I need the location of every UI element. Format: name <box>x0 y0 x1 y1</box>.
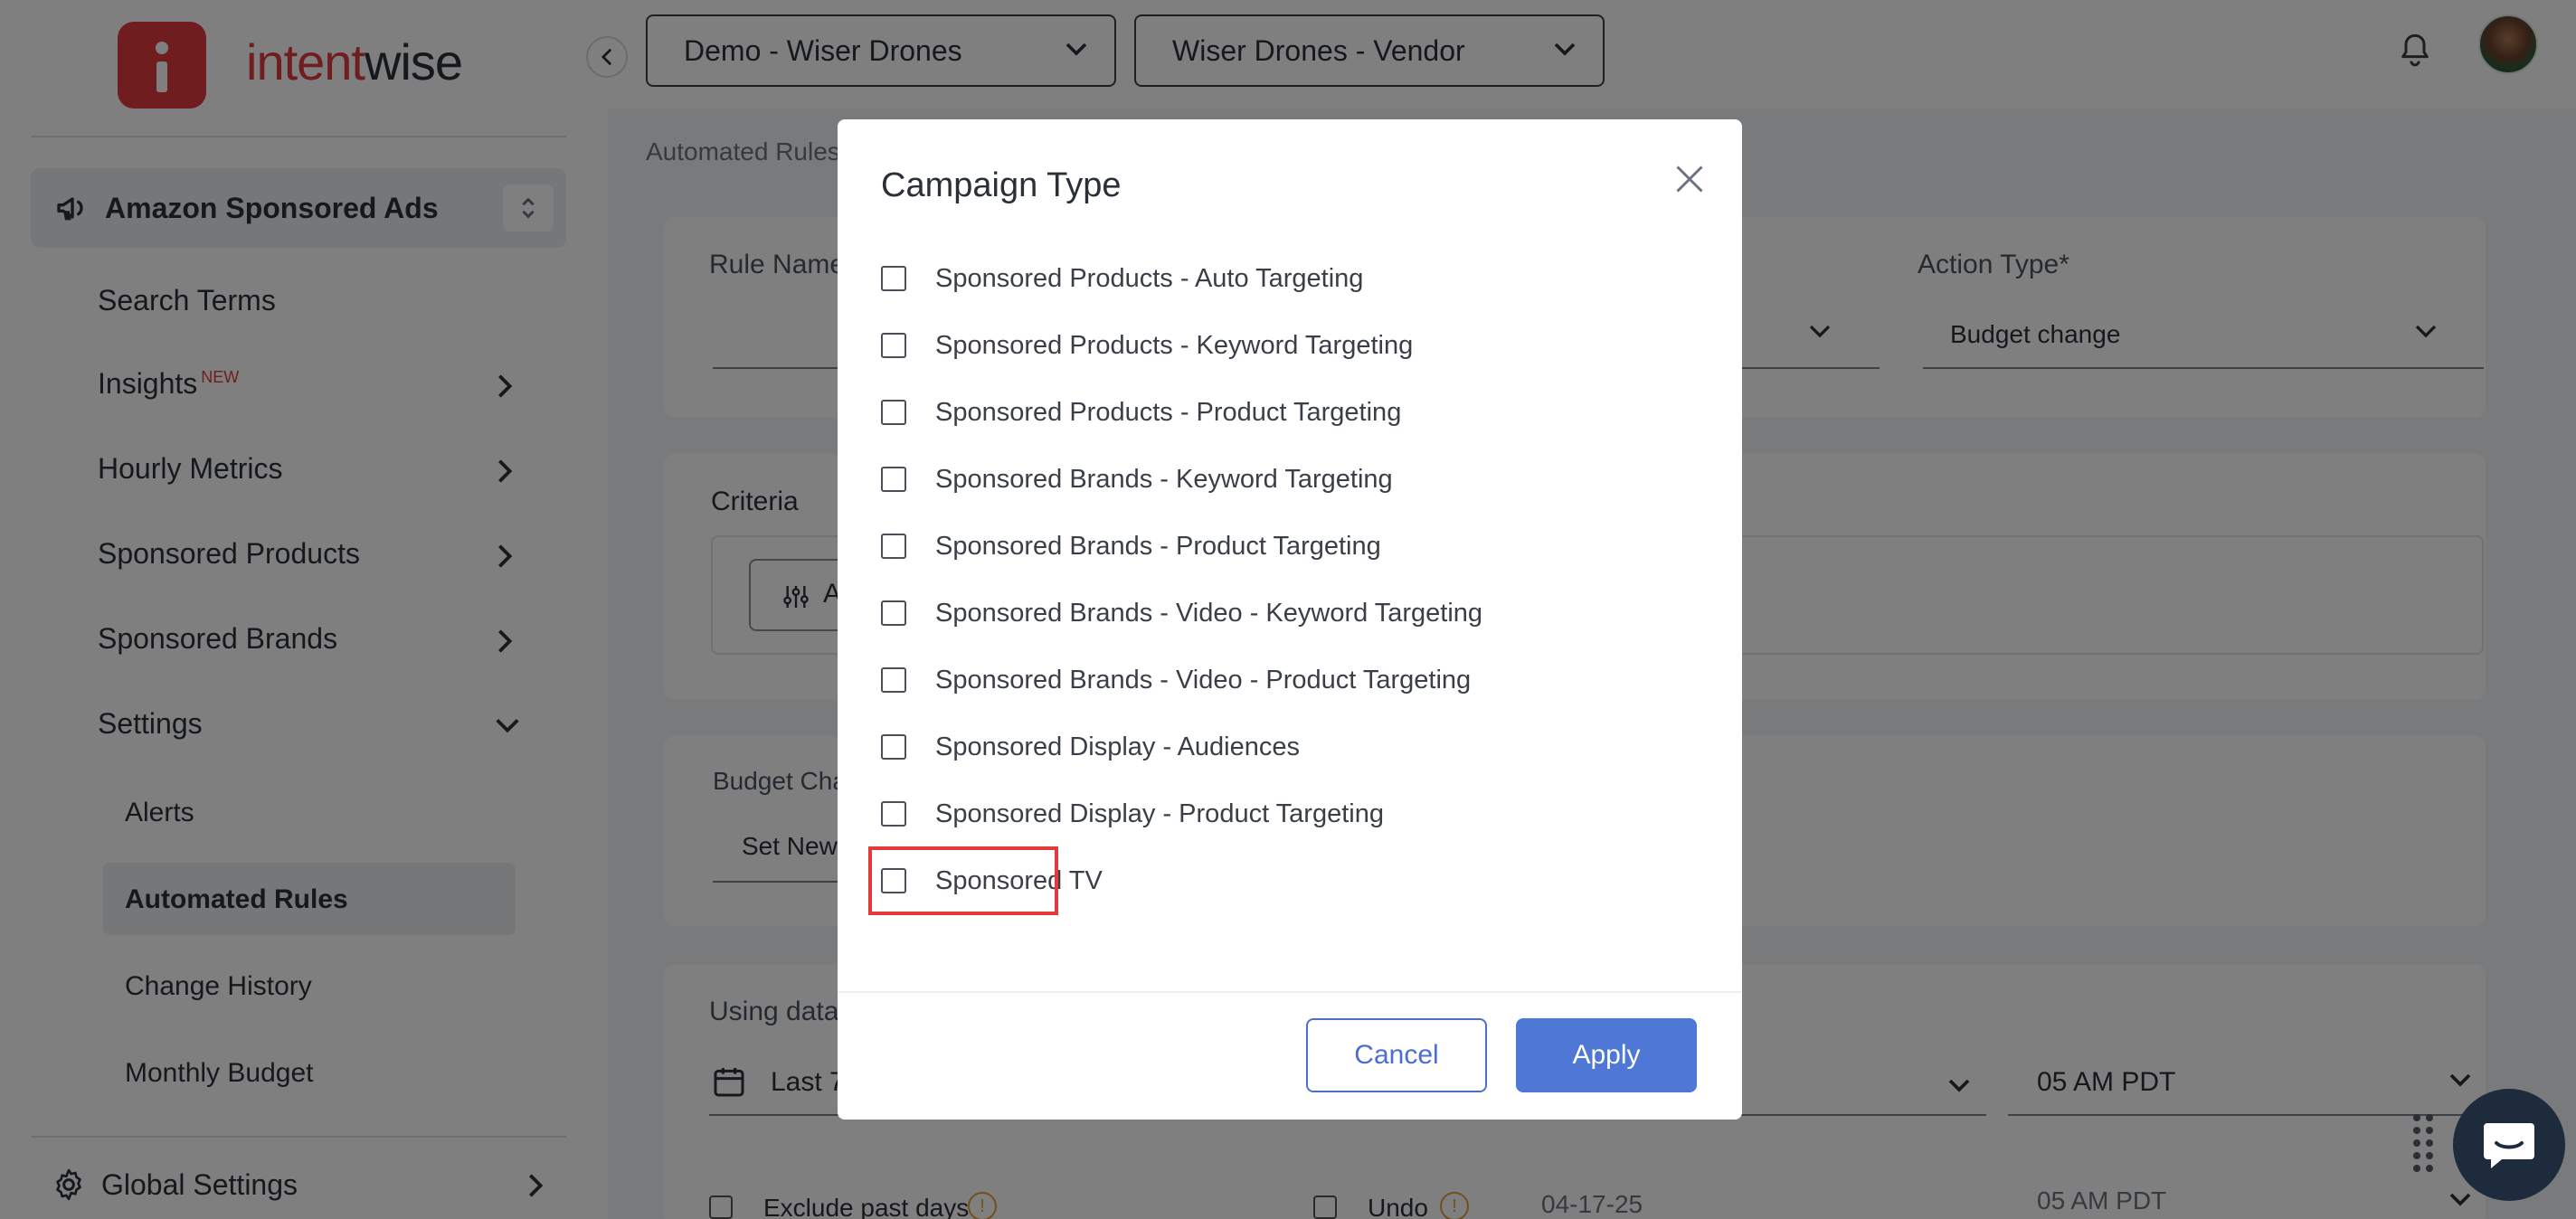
checkbox[interactable] <box>881 467 906 492</box>
campaign-type-modal: Campaign Type Sponsored Products - Auto … <box>838 119 1742 1120</box>
close-icon <box>1676 165 1703 193</box>
campaign-type-option[interactable]: Sponsored Brands - Video - Product Targe… <box>881 660 1471 700</box>
campaign-type-option[interactable]: Sponsored Brands - Product Targeting <box>881 526 1381 566</box>
campaign-type-option[interactable]: Sponsored Display - Product Targeting <box>881 794 1384 834</box>
checkbox[interactable] <box>881 534 906 559</box>
cancel-button[interactable]: Cancel <box>1306 1018 1487 1092</box>
highlight-box <box>868 846 1058 915</box>
close-button[interactable] <box>1666 156 1713 203</box>
campaign-type-option[interactable]: Sponsored Products - Auto Targeting <box>881 259 1363 298</box>
checkbox[interactable] <box>881 667 906 693</box>
apply-button[interactable]: Apply <box>1516 1018 1697 1092</box>
checkbox[interactable] <box>881 266 906 291</box>
campaign-type-option[interactable]: Sponsored Products - Keyword Targeting <box>881 326 1413 365</box>
checkbox[interactable] <box>881 400 906 425</box>
modal-title: Campaign Type <box>881 166 1122 204</box>
checkbox[interactable] <box>881 333 906 358</box>
checkbox[interactable] <box>881 600 906 626</box>
campaign-type-option[interactable]: Sponsored Brands - Keyword Targeting <box>881 459 1393 499</box>
chat-bubble-icon <box>2484 1123 2534 1168</box>
campaign-type-option[interactable]: Sponsored Products - Product Targeting <box>881 392 1401 432</box>
campaign-type-option[interactable]: Sponsored Display - Audiences <box>881 727 1300 767</box>
campaign-type-option[interactable]: Sponsored Brands - Video - Keyword Targe… <box>881 593 1482 633</box>
drag-handle-icon[interactable] <box>2413 1114 2437 1176</box>
checkbox[interactable] <box>881 734 906 760</box>
chat-button[interactable] <box>2453 1089 2565 1201</box>
checkbox[interactable] <box>881 801 906 827</box>
